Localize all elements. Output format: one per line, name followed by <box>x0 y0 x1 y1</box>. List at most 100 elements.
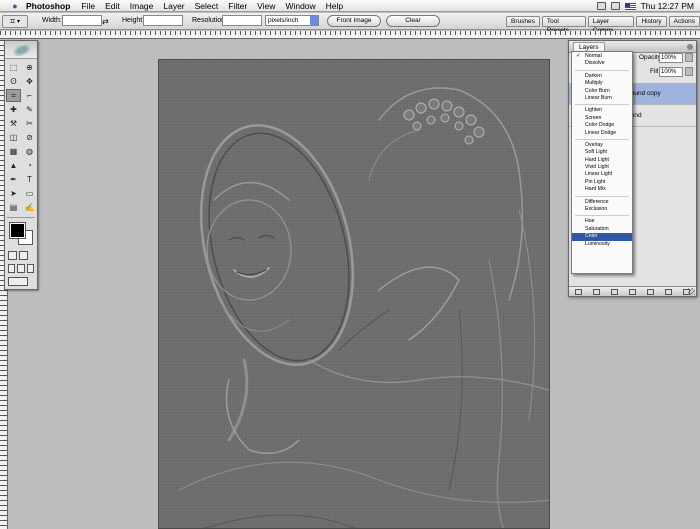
clone-stamp-icon[interactable]: ⚒ <box>6 117 21 130</box>
menu-view[interactable]: View <box>257 1 275 11</box>
menu-help[interactable]: Help <box>326 1 343 11</box>
blend-mode-item-color-burn[interactable]: Color Burn <box>572 88 632 95</box>
resolution-unit-select[interactable]: pixels/inch <box>265 15 319 26</box>
blend-mode-item-screen[interactable]: Screen <box>572 115 632 122</box>
blend-mode-item-normal[interactable]: ✓ Normal <box>572 53 632 60</box>
history-brush-icon[interactable]: ✂ <box>22 117 37 130</box>
blend-mode-item-color-dodge[interactable]: Color Dodge <box>572 122 632 129</box>
fill-slider-arrow-icon[interactable] <box>685 67 693 76</box>
blend-mode-item-color[interactable]: Color <box>572 233 632 241</box>
panel-close-icon[interactable] <box>687 44 693 50</box>
brush-tool-icon[interactable]: ✎ <box>22 103 37 116</box>
layer-mask-icon[interactable] <box>610 288 618 295</box>
slice-tool-icon[interactable]: ⌐ <box>22 89 37 102</box>
marquee-tool-icon[interactable]: ⬚ <box>6 61 21 74</box>
quick-mask-mode-icon[interactable] <box>19 251 28 260</box>
blur-tool-icon[interactable]: ▦ <box>6 145 21 158</box>
front-image-button[interactable]: Front Image <box>327 15 381 27</box>
tab-layer-comps[interactable]: Layer Comps <box>587 16 635 34</box>
embossed-photo <box>159 60 549 528</box>
blend-mode-item-linear-light[interactable]: Linear Light <box>572 171 632 178</box>
dodge-tool-icon[interactable]: ◍ <box>22 145 37 158</box>
blend-mode-label: Vivid Light <box>585 164 609 171</box>
crop-tool-icon[interactable]: ⌗ <box>6 89 21 102</box>
move-tool-icon[interactable]: ⊕ <box>22 61 37 74</box>
blend-mode-item-linear-dodge[interactable]: Linear Dodge <box>572 130 632 137</box>
menu-window[interactable]: Window <box>285 1 315 11</box>
layer-style-icon[interactable] <box>592 288 600 295</box>
color-swatches <box>5 219 37 249</box>
menu-edit[interactable]: Edit <box>105 1 120 11</box>
shape-tool-icon[interactable]: T <box>22 173 37 186</box>
magic-wand-tool-icon[interactable]: ✥ <box>22 75 37 88</box>
eyedropper-tool-icon[interactable]: ▭ <box>22 187 37 200</box>
volume-icon[interactable] <box>610 2 620 10</box>
blend-mode-item-pin-light[interactable]: Pin Light <box>572 179 632 186</box>
opacity-field[interactable]: 100% <box>659 53 683 63</box>
blend-mode-item-dissolve[interactable]: Dissolve <box>572 60 632 67</box>
menu-separator <box>575 215 629 217</box>
resolution-field[interactable] <box>222 15 262 26</box>
blend-mode-item-exclusion[interactable]: Exclusion <box>572 206 632 213</box>
blend-mode-item-saturation[interactable]: Saturation <box>572 226 632 233</box>
blend-mode-item-darken[interactable]: Darken <box>572 73 632 80</box>
blend-mode-item-linear-burn[interactable]: Linear Burn <box>572 95 632 102</box>
notes-tool-icon[interactable]: ➤ <box>6 187 21 200</box>
full-screen-menu-icon[interactable] <box>17 264 25 273</box>
tab-history[interactable]: History <box>636 16 667 27</box>
blend-mode-item-lighten[interactable]: Lighten <box>572 107 632 114</box>
blend-mode-item-vivid-light[interactable]: Vivid Light <box>572 164 632 171</box>
tab-brushes[interactable]: Brushes <box>506 16 540 27</box>
menu-layer[interactable]: Layer <box>163 1 184 11</box>
eraser-tool-icon[interactable]: ◫ <box>6 131 21 144</box>
width-field[interactable] <box>62 15 102 26</box>
fill-field[interactable]: 100% <box>659 67 683 77</box>
zoom-tool-icon[interactable]: ✍ <box>22 201 37 214</box>
blend-mode-item-overlay[interactable]: Overlay <box>572 142 632 149</box>
clock[interactable]: Thu 12:27 PM <box>641 1 694 11</box>
display-icon[interactable] <box>596 2 606 10</box>
jump-to-imageready-icon[interactable] <box>8 277 28 286</box>
blend-mode-item-difference[interactable]: Difference <box>572 199 632 206</box>
link-layers-icon[interactable] <box>574 288 582 295</box>
tab-tool-presets[interactable]: Tool Presets <box>541 16 586 34</box>
gradient-tool-icon[interactable]: ⊘ <box>22 131 37 144</box>
menu-select[interactable]: Select <box>195 1 219 11</box>
us-flag-input-icon[interactable] <box>624 2 636 10</box>
adjustment-layer-icon[interactable] <box>647 288 655 295</box>
app-menu[interactable]: Photoshop <box>26 1 70 11</box>
path-selection-icon[interactable]: ▲ <box>6 159 21 172</box>
hand-tool-icon[interactable]: ▤ <box>6 201 21 214</box>
resize-handle-icon[interactable] <box>688 288 695 295</box>
blend-mode-item-hard-light[interactable]: Hard Light <box>572 157 632 164</box>
blend-mode-item-hard-mix[interactable]: Hard Mix <box>572 186 632 193</box>
type-tool-icon[interactable]: ◔ <box>22 159 37 172</box>
swap-dimensions-icon[interactable]: ⇄ <box>102 17 109 26</box>
blend-mode-item-multiply[interactable]: Multiply <box>572 80 632 87</box>
crop-tool-preset-picker[interactable]: ⌗ ▾ <box>2 15 28 28</box>
pen-tool-icon[interactable]: ✒ <box>6 173 21 186</box>
foreground-color-swatch[interactable] <box>9 222 26 239</box>
healing-brush-icon[interactable]: ✚ <box>6 103 21 116</box>
menu-filter[interactable]: Filter <box>228 1 247 11</box>
menu-file[interactable]: File <box>81 1 95 11</box>
tab-actions[interactable]: Actions <box>668 16 700 27</box>
horizontal-ruler[interactable] <box>0 31 700 39</box>
menu-image[interactable]: Image <box>130 1 154 11</box>
height-field[interactable] <box>143 15 183 26</box>
apple-icon[interactable]: ● <box>8 1 22 11</box>
full-screen-icon[interactable] <box>26 264 34 273</box>
blend-mode-item-hue[interactable]: Hue <box>572 218 632 225</box>
blend-mode-label: Difference <box>585 198 609 205</box>
blend-mode-item-luminosity[interactable]: Luminosity <box>572 241 632 248</box>
new-layer-icon[interactable] <box>665 288 673 295</box>
standard-screen-icon[interactable] <box>8 264 16 273</box>
toolbox-header[interactable] <box>5 41 37 59</box>
document-canvas[interactable] <box>158 59 550 529</box>
standard-mode-icon[interactable] <box>8 251 17 260</box>
opacity-slider-arrow-icon[interactable] <box>685 53 693 62</box>
clear-button[interactable]: Clear <box>386 15 440 27</box>
new-set-icon[interactable] <box>628 288 636 295</box>
lasso-tool-icon[interactable]: ʘ <box>6 75 21 88</box>
blend-mode-item-soft-light[interactable]: Soft Light <box>572 149 632 156</box>
